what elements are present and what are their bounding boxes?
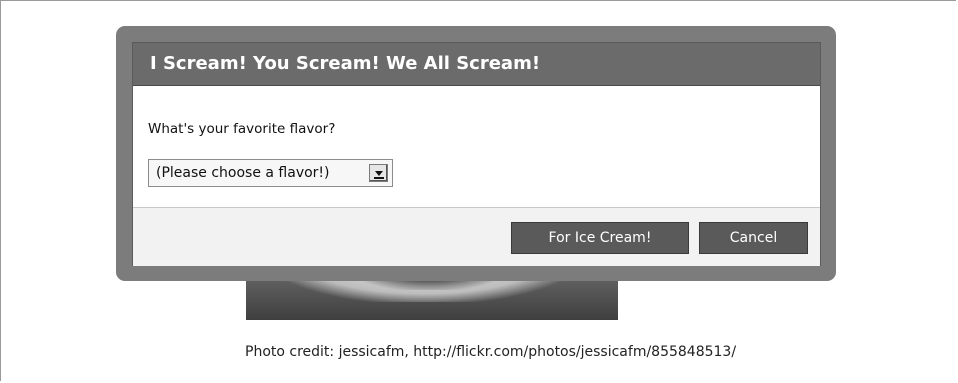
dialog-footer: For Ice Cream! Cancel xyxy=(133,207,820,266)
flavor-question: What's your favorite flavor? xyxy=(148,121,336,137)
photo-credit: Photo credit: jessicafm, http://flickr.c… xyxy=(245,344,737,360)
flavor-dialog: I Scream! You Scream! We All Scream! Wha… xyxy=(132,42,821,266)
for-ice-cream-button[interactable]: For Ice Cream! xyxy=(511,222,689,254)
cancel-button[interactable]: Cancel xyxy=(699,222,808,254)
chevron-down-icon[interactable] xyxy=(369,164,388,182)
flavor-select[interactable]: (Please choose a flavor!) xyxy=(148,159,393,187)
dialog-title: I Scream! You Scream! We All Scream! xyxy=(133,43,820,86)
flavor-select-value: (Please choose a flavor!) xyxy=(156,165,330,181)
